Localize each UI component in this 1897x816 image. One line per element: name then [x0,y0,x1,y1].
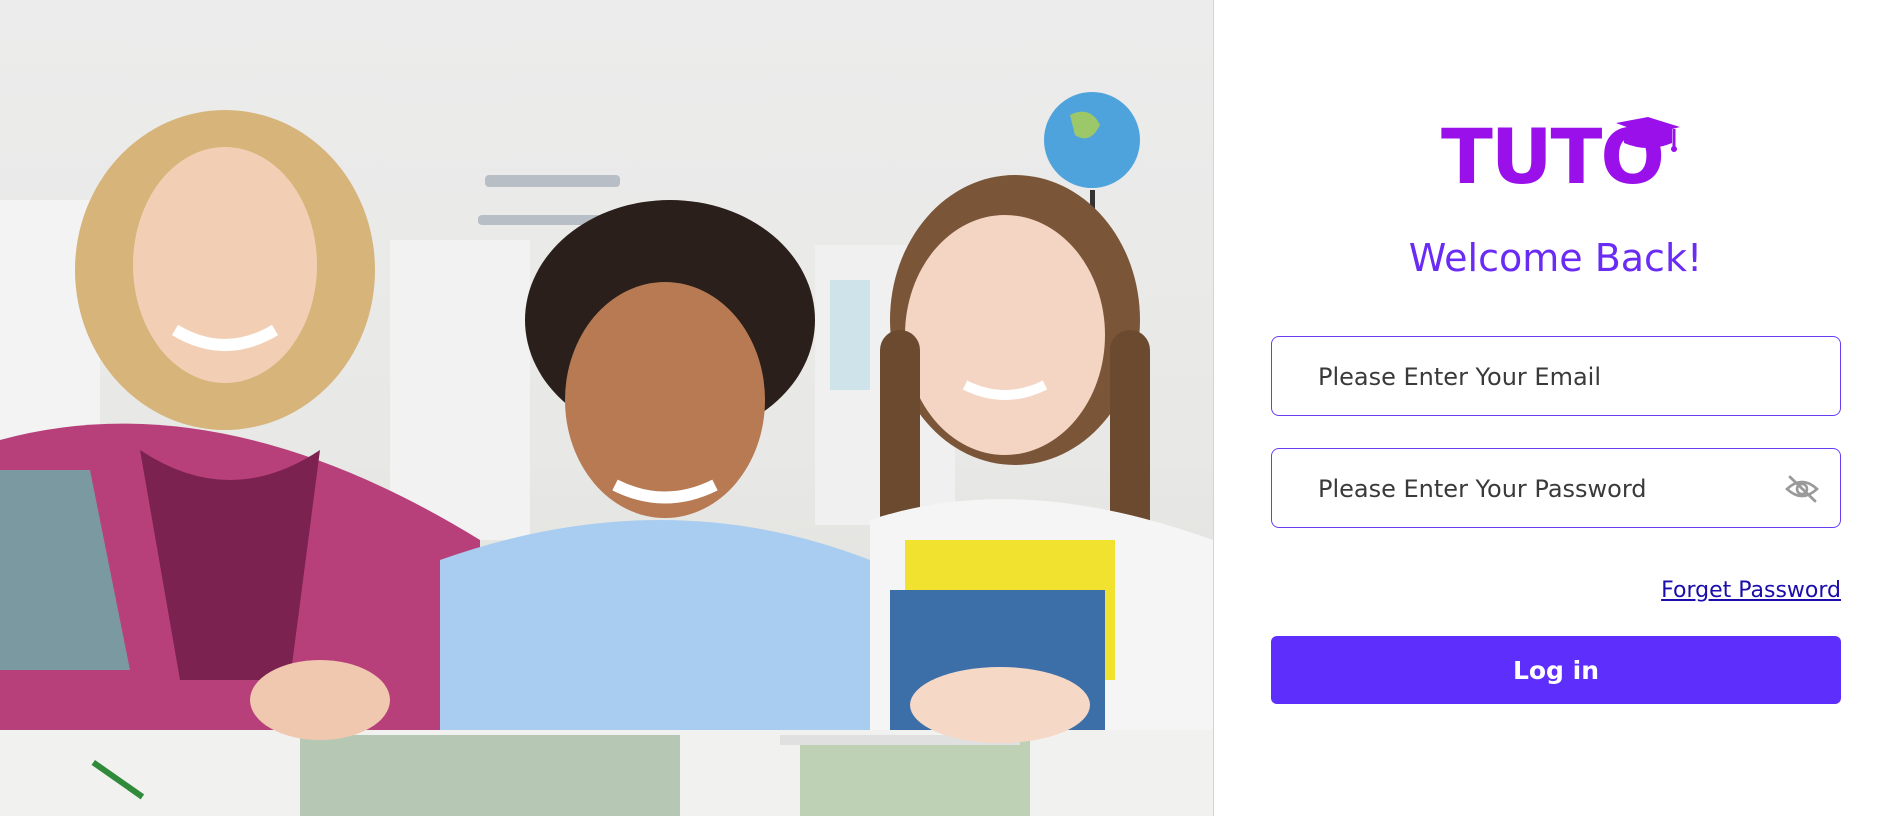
forgot-password-link[interactable]: Forget Password [1661,578,1841,603]
email-field[interactable] [1271,336,1841,417]
hero-photo [0,0,1213,816]
password-input[interactable] [1316,449,1760,529]
eye-slash-icon[interactable] [1784,471,1820,507]
tuto-logo: TUTO [1441,115,1681,195]
login-panel: TUTO Welcome Back! Forget Password Log i… [1214,0,1897,816]
login-button[interactable]: Log in [1271,636,1841,704]
password-field[interactable] [1271,448,1841,529]
welcome-heading: Welcome Back! [1408,236,1703,280]
email-input[interactable] [1316,337,1760,417]
kids-photo-illustration [0,92,1213,816]
graduation-cap-icon [1616,117,1680,152]
